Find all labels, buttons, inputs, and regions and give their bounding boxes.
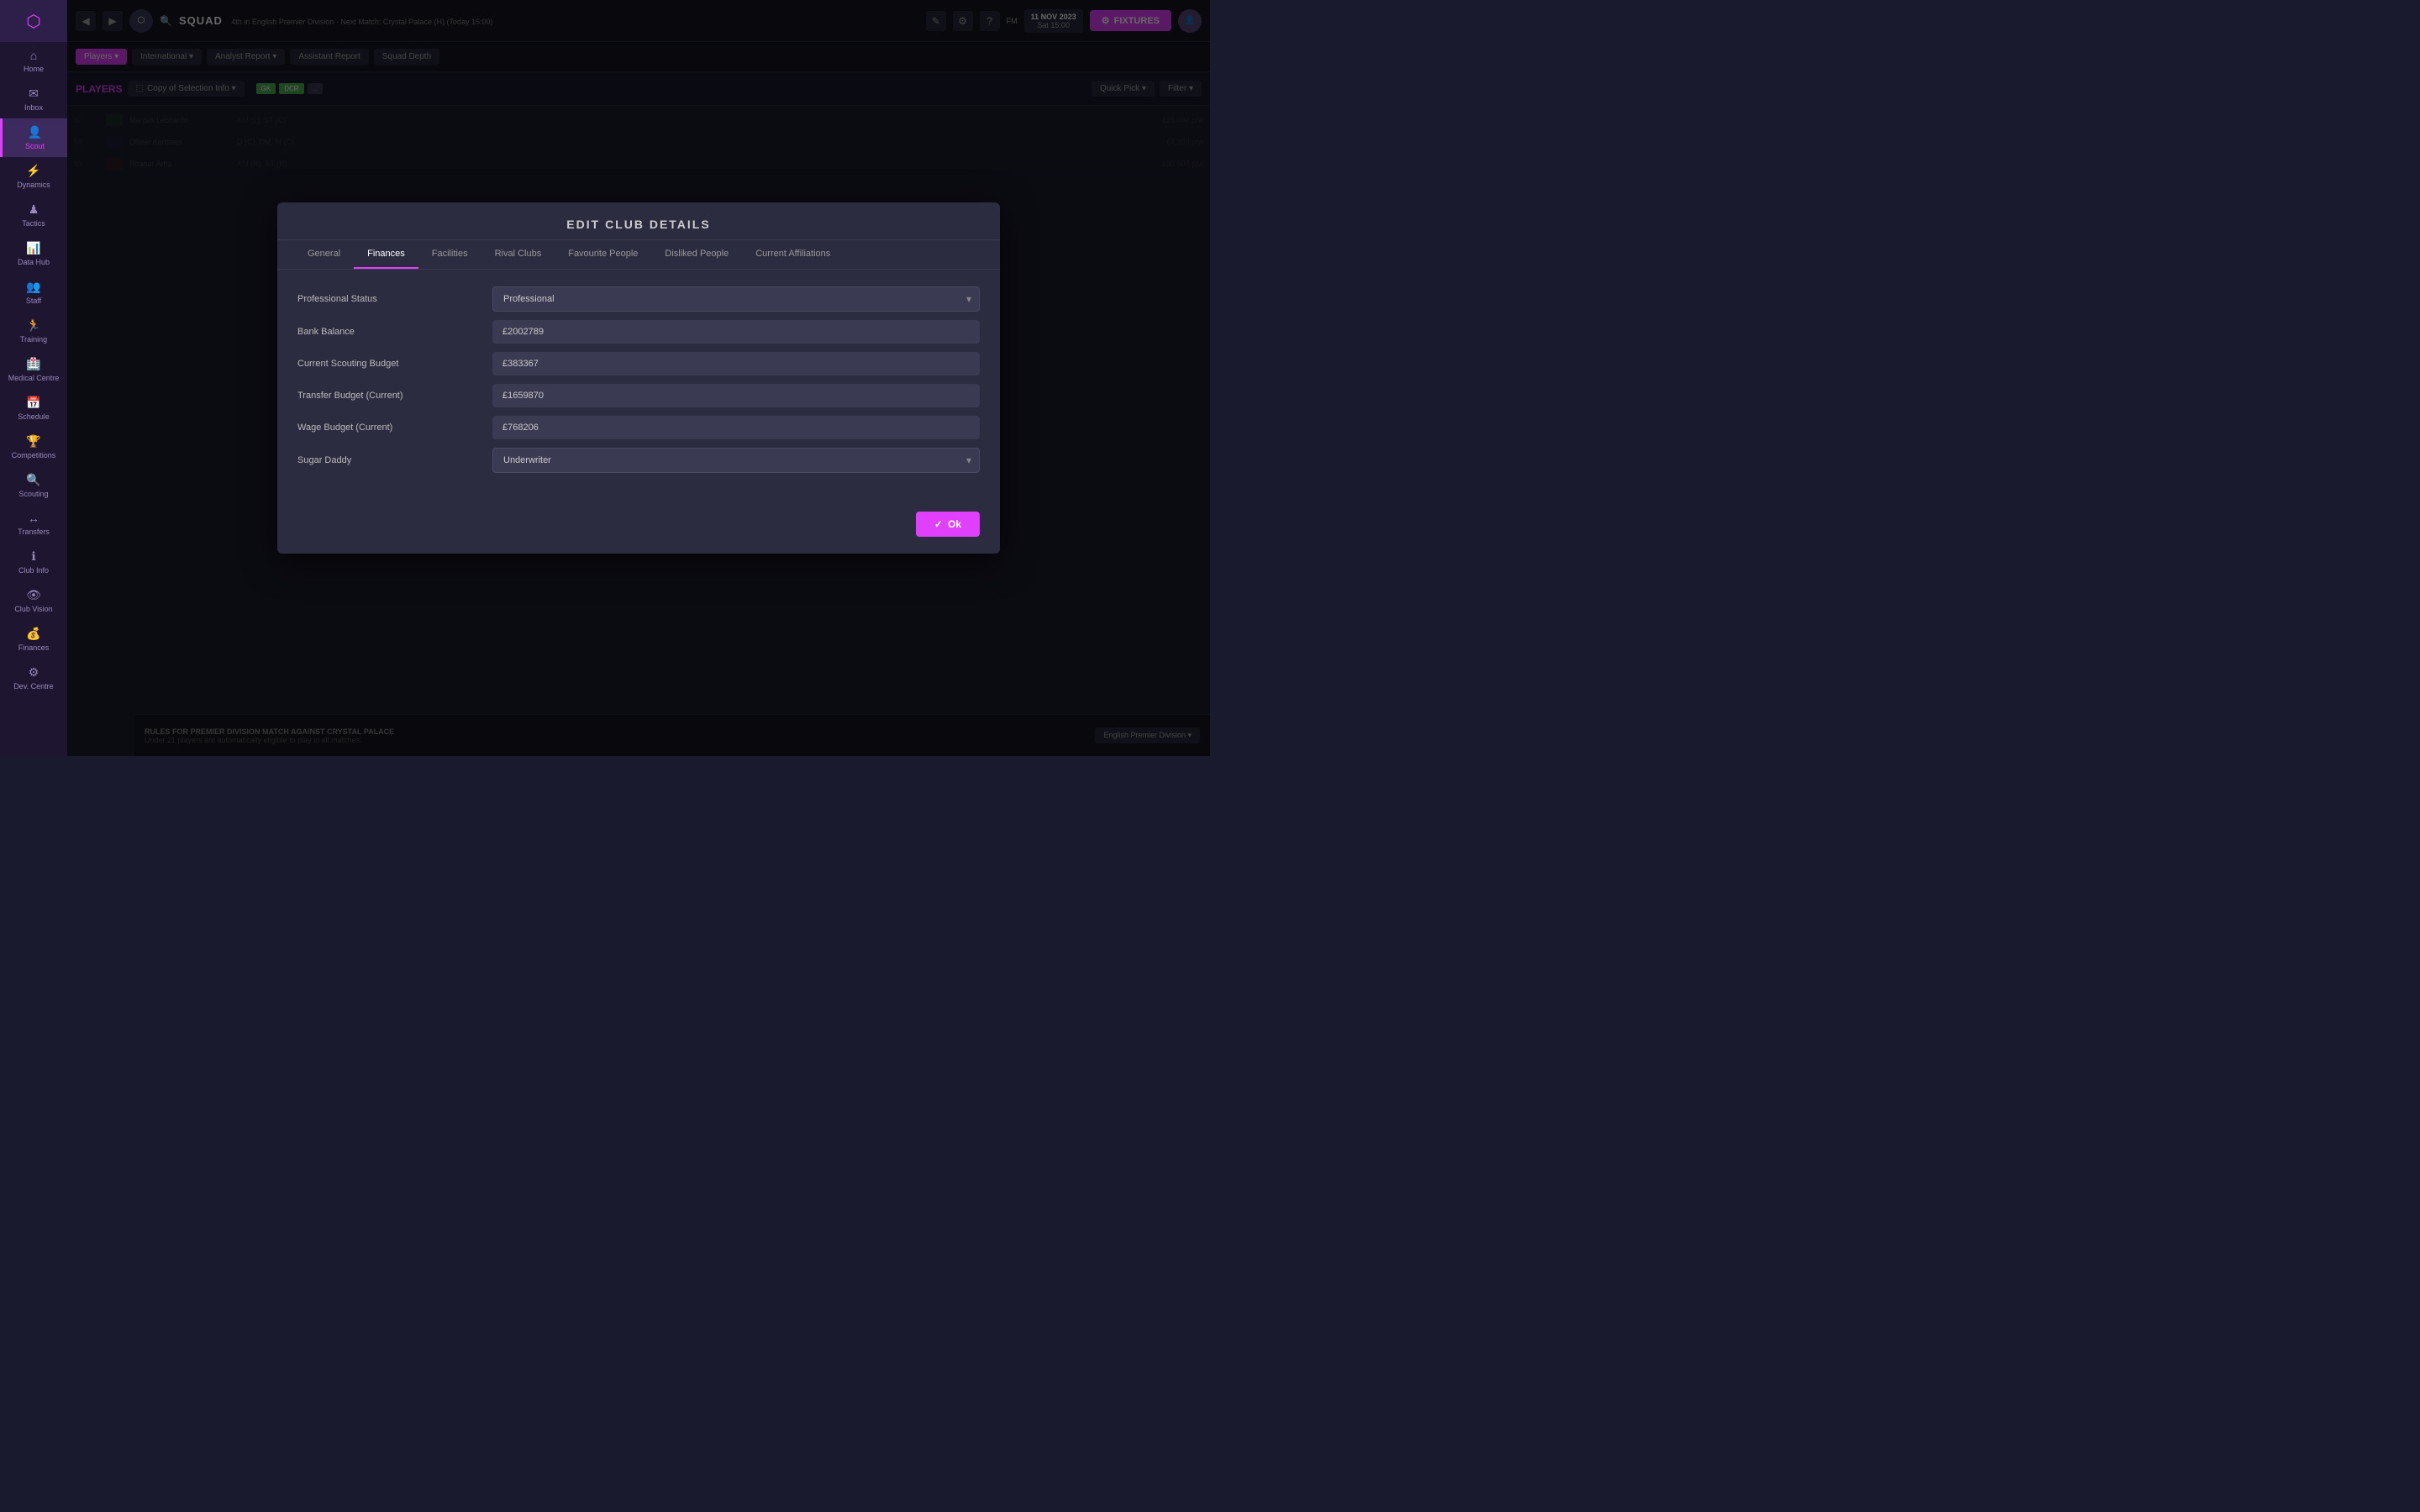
sidebar-item-label: Data Hub <box>18 258 50 266</box>
sidebar-item-label: Staff <box>26 297 41 305</box>
modal-overlay: EDIT CLUB DETAILS General Finances Facil… <box>67 0 1210 756</box>
sidebar-item-datahub[interactable]: 📊 Data Hub <box>0 234 67 273</box>
sidebar-item-label: Inbox <box>24 103 43 112</box>
sidebar-item-label: Scout <box>25 142 45 150</box>
sidebar-item-label: Finances <box>18 643 50 652</box>
checkmark-icon: ✓ <box>934 518 943 530</box>
professional-status-label: Professional Status <box>297 294 482 304</box>
scout-icon: 👤 <box>28 125 42 139</box>
edit-club-modal: EDIT CLUB DETAILS General Finances Facil… <box>277 202 1000 554</box>
dynamics-icon: ⚡ <box>26 164 40 178</box>
sidebar-item-label: Medical Centre <box>8 374 60 382</box>
sidebar-item-scouting[interactable]: 🔍 Scouting <box>0 466 67 505</box>
clubinfo-icon: ℹ <box>31 549 35 564</box>
bank-balance-input[interactable] <box>492 320 980 344</box>
professional-status-row: Professional Status Professional Semi-Pr… <box>297 286 980 312</box>
sidebar-item-label: Dev. Centre <box>13 682 53 690</box>
modal-body: Professional Status Professional Semi-Pr… <box>277 270 1000 498</box>
sidebar-item-label: Training <box>20 335 47 344</box>
staff-icon: 👥 <box>26 280 40 294</box>
scouting-budget-input[interactable] <box>492 352 980 375</box>
tab-favourite-people[interactable]: Favourite People <box>555 240 651 269</box>
sidebar-item-label: Club Vision <box>14 605 52 613</box>
sidebar-item-dynamics[interactable]: ⚡ Dynamics <box>0 157 67 196</box>
sidebar-item-label: Club Info <box>18 566 49 575</box>
sugar-daddy-select[interactable]: None Benefactor Underwriter Sugar Daddy <box>492 448 980 473</box>
scouting-budget-row: Current Scouting Budget <box>297 352 980 375</box>
inbox-icon: ✉ <box>29 87 39 101</box>
sidebar-item-label: Dynamics <box>17 181 50 189</box>
sidebar-item-inbox[interactable]: ✉ Inbox <box>0 80 67 118</box>
sidebar-item-competitions[interactable]: 🏆 Competitions <box>0 428 67 466</box>
training-icon: 🏃 <box>26 318 40 333</box>
scouting-icon: 🔍 <box>26 473 40 487</box>
sidebar-item-home[interactable]: ⌂ Home <box>0 42 67 80</box>
schedule-icon: 📅 <box>26 396 40 410</box>
sidebar-item-devcentre[interactable]: ⚙ Dev. Centre <box>0 659 67 697</box>
professional-status-select-wrapper: Professional Semi-Professional Amateur <box>492 286 980 312</box>
sugar-daddy-label: Sugar Daddy <box>297 455 482 465</box>
sidebar-item-clubvision[interactable]: 👁 Club Vision <box>0 581 67 620</box>
devcentre-icon: ⚙ <box>29 665 39 680</box>
sugar-daddy-row: Sugar Daddy None Benefactor Underwriter … <box>297 448 980 473</box>
tab-finances[interactable]: Finances <box>354 240 418 269</box>
tab-current-affiliations[interactable]: Current Affiliations <box>742 240 844 269</box>
professional-status-select[interactable]: Professional Semi-Professional Amateur <box>492 286 980 312</box>
sidebar: ⬡ ⌂ Home ✉ Inbox 👤 Scout ⚡ Dynamics ♟ Ta… <box>0 0 67 756</box>
tab-general[interactable]: General <box>294 240 354 269</box>
sidebar-item-label: Home <box>24 65 44 73</box>
wage-budget-input[interactable] <box>492 416 980 439</box>
tab-disliked-people[interactable]: Disliked People <box>651 240 742 269</box>
sidebar-item-label: Tactics <box>22 219 45 228</box>
transfer-budget-input[interactable] <box>492 384 980 407</box>
transfers-icon: ↔ <box>28 512 39 525</box>
sidebar-item-label: Transfers <box>18 528 50 536</box>
sidebar-item-label: Schedule <box>18 412 50 421</box>
competitions-icon: 🏆 <box>26 434 40 449</box>
modal-tabs: General Finances Facilities Rival Clubs … <box>277 240 1000 270</box>
modal-footer: ✓ Ok <box>277 498 1000 554</box>
sidebar-item-scout[interactable]: 👤 Scout <box>0 118 67 157</box>
main-area: ◀ ▶ ⬡ 🔍 SQUAD 4th in English Premier Div… <box>67 0 1210 756</box>
sidebar-item-staff[interactable]: 👥 Staff <box>0 273 67 312</box>
ok-label: Ok <box>948 518 961 530</box>
medical-icon: 🏥 <box>26 357 40 371</box>
sidebar-item-finances[interactable]: 💰 Finances <box>0 620 67 659</box>
tab-rival-clubs[interactable]: Rival Clubs <box>481 240 555 269</box>
sugar-daddy-select-wrapper: None Benefactor Underwriter Sugar Daddy <box>492 448 980 473</box>
modal-title: EDIT CLUB DETAILS <box>277 202 1000 240</box>
sidebar-item-tactics[interactable]: ♟ Tactics <box>0 196 67 234</box>
sidebar-logo: ⬡ <box>0 0 67 42</box>
tab-facilities[interactable]: Facilities <box>418 240 481 269</box>
sidebar-item-label: Scouting <box>18 490 48 498</box>
bank-balance-label: Bank Balance <box>297 327 482 337</box>
sidebar-item-transfers[interactable]: ↔ Transfers <box>0 505 67 543</box>
finances-icon: 💰 <box>26 627 40 641</box>
sidebar-item-clubinfo[interactable]: ℹ Club Info <box>0 543 67 581</box>
tactics-icon: ♟ <box>29 202 39 217</box>
datahub-icon: 📊 <box>26 241 40 255</box>
transfer-budget-row: Transfer Budget (Current) <box>297 384 980 407</box>
sidebar-item-schedule[interactable]: 📅 Schedule <box>0 389 67 428</box>
sidebar-item-training[interactable]: 🏃 Training <box>0 312 67 350</box>
ok-button[interactable]: ✓ Ok <box>916 512 980 537</box>
bank-balance-row: Bank Balance <box>297 320 980 344</box>
sidebar-item-label: Competitions <box>12 451 56 459</box>
transfer-budget-label: Transfer Budget (Current) <box>297 391 482 401</box>
wage-budget-row: Wage Budget (Current) <box>297 416 980 439</box>
home-icon: ⌂ <box>30 49 37 62</box>
sidebar-item-medical[interactable]: 🏥 Medical Centre <box>0 350 67 389</box>
clubvision-icon: 👁 <box>26 588 41 602</box>
scouting-budget-label: Current Scouting Budget <box>297 359 482 369</box>
wage-budget-label: Wage Budget (Current) <box>297 423 482 433</box>
